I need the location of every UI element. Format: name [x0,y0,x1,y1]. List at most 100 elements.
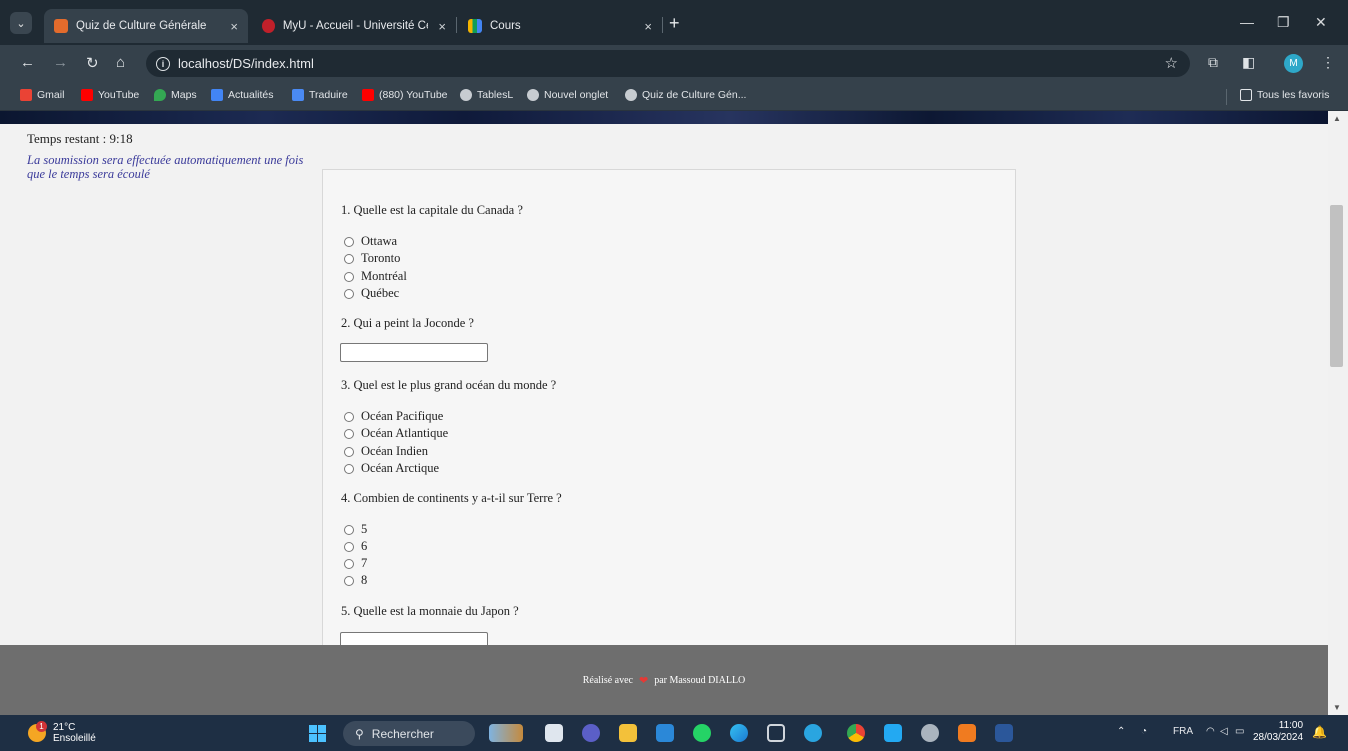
japan-currency-input[interactable] [340,632,488,645]
tab-separator [456,17,457,33]
radio-button[interactable] [344,236,354,247]
tray-expand-icon[interactable]: ⌃ [1117,726,1125,737]
vscode-icon[interactable] [884,724,902,742]
all-bookmarks[interactable]: Tous les favoris [1240,89,1329,101]
windows-start-icon[interactable] [309,725,326,742]
new-tab-button[interactable]: + [669,13,680,34]
bookmark-star-icon[interactable]: ☆ [1165,54,1178,72]
scrollbar-thumb[interactable] [1330,205,1343,367]
bookmark-youtube[interactable]: YouTube [81,89,139,101]
notification-bell-icon[interactable]: 🔔 [1312,725,1327,739]
extensions-icon[interactable]: ⧉ [1208,54,1218,71]
edge-icon[interactable] [730,724,748,742]
reload-icon[interactable]: ↻ [86,54,99,72]
option-toronto[interactable]: Toronto [344,251,400,266]
bookmark-label: Actualités [228,89,274,101]
tab-myu[interactable]: MyU - Accueil - Université Cent × [252,9,456,43]
clock-time: 11:00 [1278,720,1304,731]
radio-button[interactable] [344,428,354,439]
close-window-icon[interactable]: ✕ [1315,14,1327,31]
option-pacifique[interactable]: Océan Pacifique [344,409,443,424]
volume-icon[interactable]: ◁ [1220,726,1228,737]
scroll-up-icon[interactable]: ▲ [1333,114,1341,123]
word-icon[interactable] [995,724,1013,742]
tab-close-icon[interactable]: × [220,19,238,34]
option-quebec[interactable]: Québec [344,286,399,301]
side-panel-icon[interactable]: ◧ [1242,54,1255,71]
radio-button[interactable] [344,288,354,299]
radio-button[interactable] [344,253,354,264]
bookmark-nouvel-onglet[interactable]: Nouvel onglet [527,89,608,101]
weather-description: Ensoleillé [53,733,96,744]
option-7[interactable]: 7 [344,556,367,571]
copilot-icon[interactable]: ◔ [1141,726,1147,737]
radio-button[interactable] [344,541,354,552]
address-bar[interactable]: i localhost/DS/index.html ☆ [146,50,1190,77]
radio-button[interactable] [344,411,354,422]
widgets-icon[interactable] [489,724,523,742]
bookmark-tablesl[interactable]: TablesL [460,89,513,101]
radio-button[interactable] [344,446,354,457]
tab-quiz[interactable]: Quiz de Culture Générale × [44,9,248,43]
joconde-answer-input[interactable] [340,343,488,362]
youtube-icon [362,89,374,101]
site-info-icon[interactable]: i [156,56,170,71]
bookmark-maps[interactable]: Maps [154,89,197,101]
telegram-icon[interactable] [804,724,822,742]
file-explorer-icon[interactable] [619,724,637,742]
option-5[interactable]: 5 [344,522,367,537]
bookmark-traduire[interactable]: Traduire [292,89,348,101]
tab-title: Cours [490,20,521,32]
radio-button[interactable] [344,524,354,535]
bookmark-quiz[interactable]: Quiz de Culture Gén... [625,89,746,101]
option-montreal[interactable]: Montréal [344,269,407,284]
tab-cours[interactable]: Cours × [458,9,662,43]
option-6[interactable]: 6 [344,539,367,554]
option-8[interactable]: 8 [344,573,367,588]
system-clock[interactable]: 11:00 28/03/2024 [1253,720,1303,744]
radio-button[interactable] [344,575,354,586]
minimize-icon[interactable]: — [1240,14,1254,30]
forward-icon[interactable]: → [53,54,68,71]
scroll-down-icon[interactable]: ▼ [1333,703,1341,712]
option-ottawa[interactable]: Ottawa [344,234,397,249]
bookmark-label: Tous les favoris [1257,89,1330,101]
profile-avatar[interactable]: M [1284,54,1303,73]
question-2: 2. Qui a peint la Joconde ? [341,316,474,330]
option-arctique[interactable]: Océan Arctique [344,461,439,476]
tab-close-icon[interactable]: × [634,19,652,34]
bookmark-separator [1226,89,1227,105]
wifi-icon[interactable]: ◠ [1206,726,1215,737]
tab-search-icon[interactable]: ⌄ [10,12,32,34]
option-atlantique[interactable]: Océan Atlantique [344,426,448,441]
option-label: Océan Pacifique [361,409,444,423]
bookmark-actualites[interactable]: Actualités [211,89,274,101]
restore-icon[interactable]: ❐ [1277,14,1290,31]
menu-kebab-icon[interactable]: ⋮ [1321,54,1335,71]
radio-button[interactable] [344,463,354,474]
settings-gear-icon[interactable] [921,724,939,742]
tab-close-icon[interactable]: × [428,19,446,34]
whatsapp-icon[interactable] [693,724,711,742]
language-indicator[interactable]: FRA [1173,726,1193,737]
bookmark-gmail[interactable]: Gmail [20,89,64,101]
radio-button[interactable] [344,271,354,282]
task-view-icon[interactable] [545,724,563,742]
taskbar-search[interactable]: ⚲ Rechercher [343,721,475,746]
bookmarks-bar: Gmail YouTube Maps Actualités Traduire (… [0,82,1348,111]
mail-icon[interactable] [656,724,674,742]
cube-app-icon[interactable] [767,724,785,742]
chrome-icon[interactable] [847,724,865,742]
home-icon[interactable]: ⌂ [116,54,125,71]
option-indien[interactable]: Océan Indien [344,444,428,459]
vertical-scrollbar[interactable] [1328,111,1348,715]
bookmark-youtube-880[interactable]: (880) YouTube [362,89,448,101]
teams-chat-icon[interactable] [582,724,600,742]
radio-button[interactable] [344,558,354,569]
battery-icon[interactable]: ▭ [1235,726,1244,737]
xampp-icon[interactable] [958,724,976,742]
page-footer: Réalisé avec ❤ par Massoud DIALLO [0,645,1328,715]
weather-widget[interactable]: 21°C Ensoleillé [53,722,96,744]
back-icon[interactable]: ← [20,54,35,71]
bookmark-label: Maps [171,89,197,101]
